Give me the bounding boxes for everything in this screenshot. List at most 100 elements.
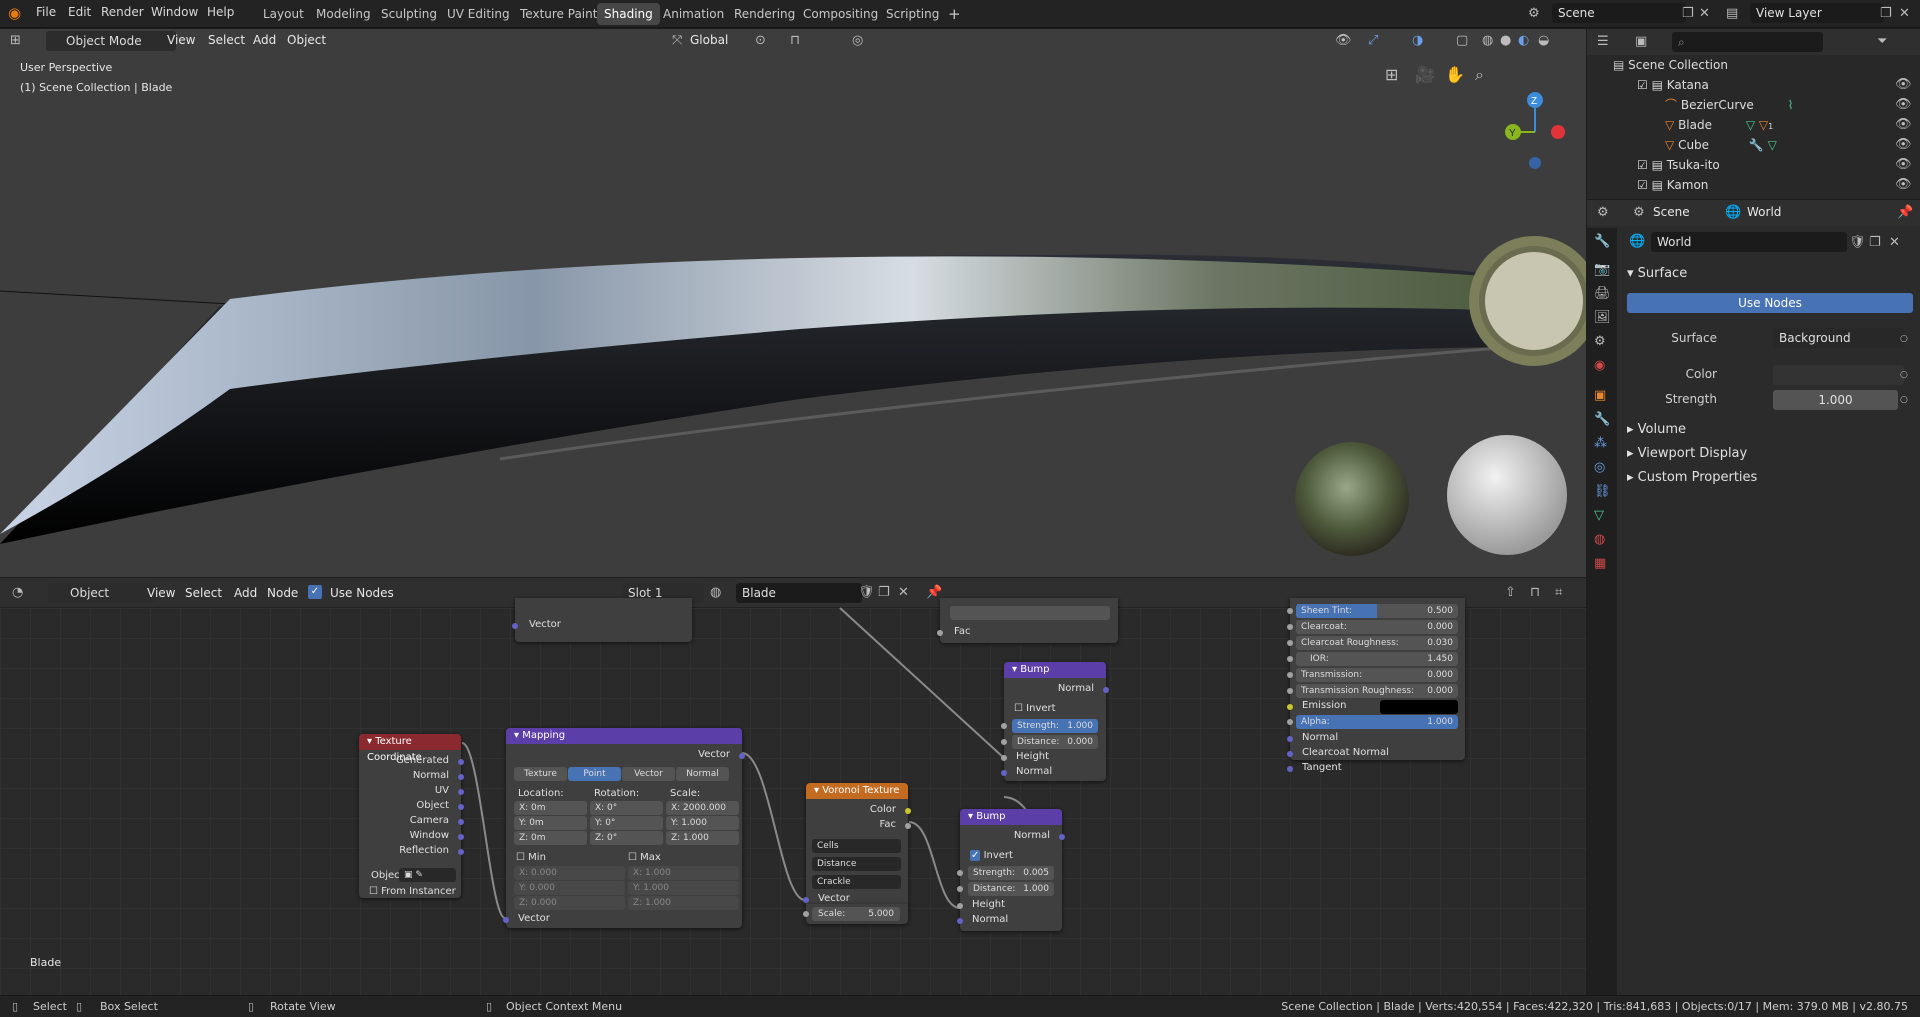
editor-type-icon[interactable]: ⊞ xyxy=(10,33,21,49)
socket-in[interactable] xyxy=(1287,751,1293,757)
menu-help[interactable]: Help xyxy=(207,5,234,19)
socket-in[interactable] xyxy=(1287,688,1293,694)
menu-window[interactable]: Window xyxy=(151,5,198,19)
alpha-field[interactable]: Alpha: 1.000 xyxy=(1296,715,1458,729)
volume-panel-header[interactable]: ▸ Volume xyxy=(1627,422,1686,437)
socket-out[interactable] xyxy=(458,849,464,855)
new-scene-icon[interactable]: ❐ xyxy=(1682,6,1694,22)
voronoi-feature-dropdown[interactable]: Cells xyxy=(812,839,901,853)
display-mode-icon[interactable]: ▣ xyxy=(1635,34,1647,50)
pin-icon[interactable]: 📌 xyxy=(1897,205,1913,221)
breadcrumb-world[interactable]: World xyxy=(1747,205,1781,219)
max-checkbox[interactable]: ☐ Max xyxy=(628,852,661,863)
tab-rendering[interactable]: Rendering xyxy=(727,3,802,25)
particles-tab-icon[interactable]: ⁂ xyxy=(1594,436,1607,452)
modifier-tab-icon[interactable]: 🔧 xyxy=(1594,412,1610,428)
socket-in[interactable] xyxy=(957,903,963,909)
socket-out[interactable] xyxy=(458,789,464,795)
eye-icon[interactable]: 👁 xyxy=(1895,177,1912,193)
voronoi-scale-field[interactable]: Scale: 5.000 xyxy=(812,907,900,921)
node-header[interactable]: ▾ Bump xyxy=(960,809,1062,825)
tab-uv-editing[interactable]: UV Editing xyxy=(440,3,517,25)
surface-panel-header[interactable]: ▾ Surface xyxy=(1627,266,1687,281)
socket-fac-in[interactable] xyxy=(937,630,943,636)
socket-out[interactable] xyxy=(458,819,464,825)
transform-orientation-dropdown[interactable]: Global xyxy=(690,33,728,47)
voronoi-distance-dropdown[interactable]: Distance xyxy=(812,857,901,871)
from-instancer-checkbox[interactable]: ☐ From Instancer xyxy=(369,886,456,897)
mapping-type-normal[interactable]: Normal xyxy=(676,767,729,781)
strength-field[interactable]: 1.000 xyxy=(1773,390,1898,410)
tab-texture-paint[interactable]: Texture Paint xyxy=(513,3,604,25)
socket-out[interactable] xyxy=(1103,687,1109,693)
socket-in[interactable] xyxy=(503,917,509,923)
node-texture-coordinate[interactable]: ▾ Texture Coordinate Generated Normal UV… xyxy=(359,734,464,898)
outliner-item-blade[interactable]: ▽ Blade ▽ ▽1 xyxy=(1665,115,1920,135)
sheen-tint-field[interactable]: Sheen Tint: 0.500 xyxy=(1296,604,1458,618)
socket-in[interactable] xyxy=(803,897,809,903)
checkbox-icon[interactable]: ☑ xyxy=(1637,178,1648,192)
node-header[interactable]: ▾ Mapping xyxy=(506,728,742,744)
surface-shader-field[interactable]: Background xyxy=(1773,328,1904,348)
node-bump-1[interactable]: ▾ Bump Normal ☐ Invert Strength: 1.000 Di… xyxy=(1001,662,1109,781)
xray-icon[interactable]: ▢ xyxy=(1456,33,1468,49)
view-layer-tab-icon[interactable]: 🖼 xyxy=(1594,310,1611,326)
strength-field[interactable]: Strength: 1.000 xyxy=(1012,719,1098,733)
view-layer-field[interactable]: View Layer xyxy=(1750,3,1884,23)
viewport-menu-object[interactable]: Object xyxy=(287,33,326,47)
object-tab-icon[interactable]: ▣ xyxy=(1594,388,1606,404)
clearcoat-roughness-field[interactable]: Clearcoat Roughness: 0.030 xyxy=(1296,636,1458,650)
new-world-icon[interactable]: ❐ xyxy=(1869,235,1881,251)
socket-in[interactable] xyxy=(1001,755,1007,761)
tab-scripting[interactable]: Scripting xyxy=(879,3,946,25)
partial-node-colorramp[interactable]: Fac xyxy=(937,598,1118,643)
rotation-y-field[interactable]: Y: 0° xyxy=(590,816,663,830)
socket-in[interactable] xyxy=(1001,770,1007,776)
max-x-field[interactable]: X: 1.000 xyxy=(628,866,739,880)
gizmo-x-handle[interactable] xyxy=(1551,125,1565,139)
socket-out[interactable] xyxy=(1059,834,1065,840)
clearcoat-field[interactable]: Clearcoat: 0.000 xyxy=(1296,620,1458,634)
max-z-field[interactable]: Z: 1.000 xyxy=(628,896,739,910)
socket-in[interactable] xyxy=(957,918,963,924)
ior-field[interactable]: IOR: 1.450 xyxy=(1296,652,1458,666)
output-tab-icon[interactable]: 🖨 xyxy=(1594,286,1611,302)
socket-dot-icon[interactable]: ○ xyxy=(1900,392,1908,408)
socket-in[interactable] xyxy=(1287,736,1293,742)
eye-icon[interactable]: 👁 xyxy=(1895,137,1912,153)
transmission-roughness-field[interactable]: Transmission Roughness: 0.000 xyxy=(1296,684,1458,698)
3d-viewport[interactable]: Z Y ⊞ Object Mode View Select Add Object… xyxy=(0,29,1586,577)
tab-sculpting[interactable]: Sculpting xyxy=(374,3,444,25)
object-picker-field[interactable]: ▣ ✎ xyxy=(399,868,456,882)
mapping-type-vector[interactable]: Vector xyxy=(622,767,675,781)
viewport-menu-view[interactable]: View xyxy=(167,33,195,47)
min-z-field[interactable]: Z: 0.000 xyxy=(514,896,625,910)
location-y-field[interactable]: Y: 0m xyxy=(514,816,587,830)
checkbox-icon[interactable]: ☑ xyxy=(1637,158,1648,172)
outliner-search-input[interactable]: ⌕ xyxy=(1672,32,1823,52)
pan-hand-icon[interactable]: ✋ xyxy=(1445,67,1465,83)
max-y-field[interactable]: Y: 1.000 xyxy=(628,881,739,895)
socket-out[interactable] xyxy=(458,774,464,780)
node-voronoi-scale-row[interactable]: Scale: 5.000 xyxy=(803,904,908,924)
physics-tab-icon[interactable]: ◎ xyxy=(1594,460,1605,476)
socket-in[interactable] xyxy=(1287,608,1293,614)
eye-icon[interactable]: 👁 xyxy=(1895,157,1912,173)
eye-icon[interactable]: 👁 xyxy=(1895,77,1912,93)
outliner-root[interactable]: ▤ Scene Collection xyxy=(1613,55,1920,75)
scene-field[interactable]: Scene xyxy=(1552,3,1686,23)
viewport-display-panel-header[interactable]: ▸ Viewport Display xyxy=(1627,446,1747,461)
gizmo-neg-z-handle[interactable] xyxy=(1529,157,1541,169)
node-header[interactable]: ▾ Voronoi Texture xyxy=(806,783,908,799)
material-tab-icon[interactable]: ◍ xyxy=(1594,532,1605,548)
tab-animation[interactable]: Animation xyxy=(656,3,731,25)
socket-in[interactable] xyxy=(957,886,963,892)
solid-shading-icon[interactable]: ● xyxy=(1500,33,1511,49)
socket-in[interactable] xyxy=(1287,766,1293,772)
checkbox-icon[interactable]: ☑ xyxy=(1637,78,1648,92)
zoom-icon[interactable]: ⌕ xyxy=(1475,67,1484,83)
socket-in[interactable] xyxy=(1287,704,1293,710)
fake-user-icon[interactable]: 🛡 xyxy=(1849,235,1866,251)
viewport-menu-select[interactable]: Select xyxy=(208,33,245,47)
mode-dropdown[interactable]: Object Mode xyxy=(46,31,176,51)
